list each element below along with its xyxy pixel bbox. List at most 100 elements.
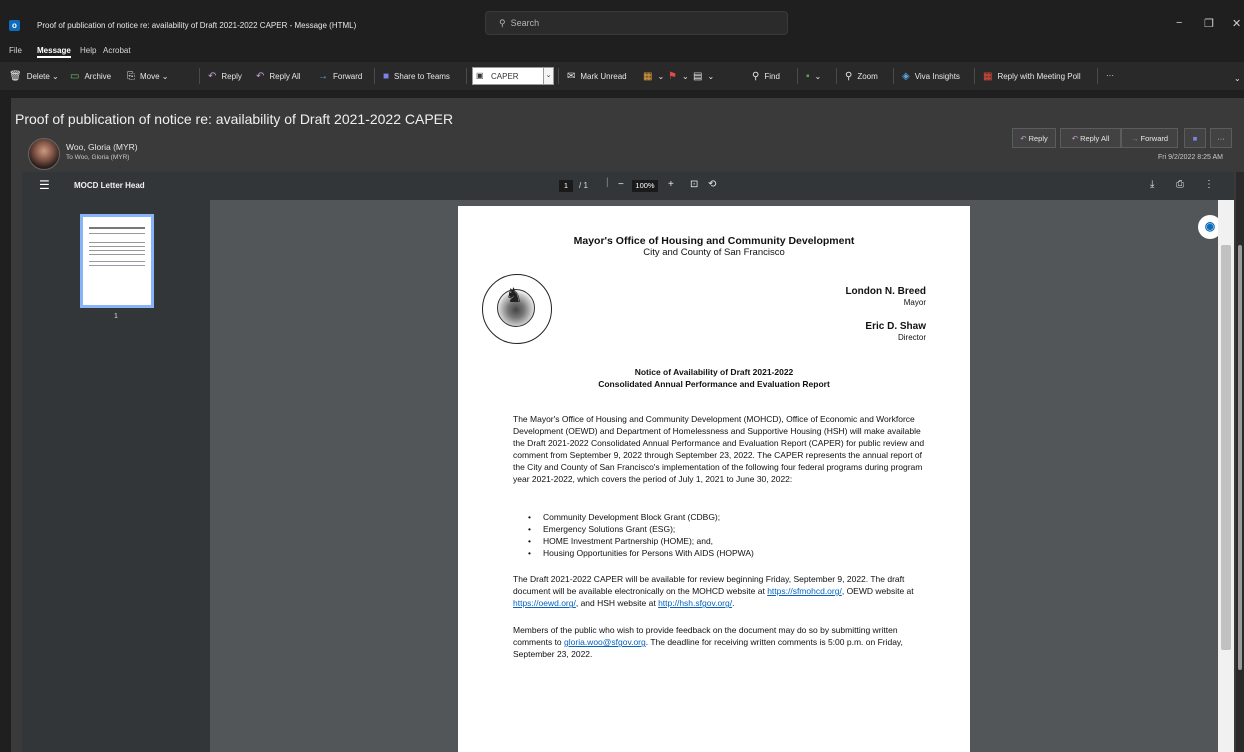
more-button[interactable]: ··· [1106,71,1114,80]
reply-icon: ↶ [208,71,217,82]
category-icon: ▦ [643,71,653,82]
meeting-poll-button[interactable]: ▦ Reply with Meeting Poll [983,71,1081,82]
find-button[interactable]: ⚲ Find [752,71,780,82]
program-list: Community Development Block Grant (CDBG)… [528,511,754,559]
toolbar-divider: | [606,177,609,188]
more-options-icon[interactable]: ⋮ [1204,179,1214,190]
list-item: Community Development Block Grant (CDBG)… [528,511,754,523]
teams-icon: ■ [383,71,390,82]
page-thumbnail[interactable] [80,214,154,308]
message-scrollbar-thumb[interactable] [1238,245,1242,670]
translate-icon: ▪ [806,71,810,82]
chevron-down-icon[interactable]: ⌄ [543,67,554,85]
restore-button[interactable]: ❐ [1204,17,1214,30]
paragraph-availability: The Draft 2021-2022 CAPER will be availa… [513,574,914,609]
trash-icon: 🗑 [9,71,22,82]
menu-bar: File Message Help Acrobat [0,42,1244,60]
menu-file[interactable]: File [9,46,22,55]
pdf-page: Mayor's Office of Housing and Community … [458,206,970,752]
reply-all-icon: ↶ [256,71,265,82]
expand-ribbon-icon[interactable]: ⌄ [1234,74,1241,83]
notice-title-line1: Notice of Availability of Draft 2021-202… [634,367,794,377]
mark-unread-button[interactable]: ✉ Mark Unread [567,71,627,82]
letter-city: City and County of San Francisco [643,247,785,258]
delete-button[interactable]: 🗑 Delete ⌄ [9,71,59,82]
move-button[interactable]: ⎘ Move ⌄ [127,71,169,82]
search-input[interactable]: ⚲ Search [485,11,788,35]
header-reply-all-button[interactable]: ↶ Reply All [1060,128,1121,148]
download-icon[interactable]: ⤓ [1150,179,1154,190]
pdf-toolbar: ☰ MOCD Letter Head 1 / 1 | − 100% + ⊡ ⟲ … [22,172,1234,200]
folder-move-icon: ⎘ [127,71,135,82]
email-link[interactable]: gloria.woo@sfgov.org [564,637,646,647]
zoom-button[interactable]: ⚲ Zoom [845,71,878,82]
search-icon: ⚲ [499,18,511,28]
reply-button[interactable]: ↶ Reply [208,71,242,82]
forward-icon: → [1130,134,1141,143]
archive-icon: ▭ [70,71,80,82]
teams-icon[interactable]: ■ [1184,128,1206,148]
archive-button[interactable]: ▭ Archive [70,71,111,82]
print-icon[interactable]: ⎙ [1176,179,1184,190]
sender-name[interactable]: Woo, Gloria (MYR) [66,142,138,152]
forward-button[interactable]: → Forward [318,71,362,82]
city-seal-image: ♞ [482,274,552,344]
quick-steps-select[interactable]: ▣ CAPER ⌄ [472,67,554,85]
pdf-title: MOCD Letter Head [74,181,145,190]
director-name: Eric D. Shaw [865,321,926,332]
rotate-icon[interactable]: ⟲ [708,179,716,190]
menu-acrobat[interactable]: Acrobat [103,46,131,55]
ribbon-toolbar: 🗑 Delete ⌄ ▭ Archive ⎘ Move ⌄ ↶ Reply ↶ Reply… [0,62,1244,90]
zoom-out-icon[interactable]: − [618,179,624,190]
header-reply-button[interactable]: ↶ Reply [1012,128,1056,148]
envelope-icon: ✉ [567,71,576,82]
reply-all-button[interactable]: ↶ Reply All [256,71,301,82]
zoom-level-input[interactable]: 100% [632,180,658,192]
viva-insights-button[interactable]: ◈ Viva Insights [902,71,960,82]
paragraph-feedback: Members of the public who wish to provid… [513,625,903,660]
notice-title-line2: Consolidated Annual Performance and Eval… [598,379,830,389]
categorize-button[interactable]: ▦ ⌄ [643,71,664,82]
menu-help[interactable]: Help [80,46,96,55]
zoom-in-icon[interactable]: + [668,179,674,190]
list-item: Emergency Solutions Grant (ESG); [528,523,754,535]
minimize-button[interactable]: − [1176,17,1182,29]
pdf-scrollbar-thumb[interactable] [1221,245,1231,650]
close-button[interactable]: ✕ [1232,17,1241,30]
search-placeholder: Search [510,18,540,28]
mayor-title: Mayor [903,298,926,307]
forward-icon: → [318,71,328,82]
hsh-link[interactable]: http://hsh.sfgov.org/ [658,598,732,608]
avatar[interactable] [28,138,60,170]
director-title: Director [897,333,926,342]
list-item: Housing Opportunities for Persons With A… [528,547,754,559]
flag-button[interactable]: ⚑ ⌄ [668,71,689,82]
policy-button[interactable]: ▤ ⌄ [693,71,714,82]
oewd-link[interactable]: https://oewd.org/ [513,598,576,608]
outlook-icon: o [9,20,20,31]
header-more-button[interactable]: ··· [1210,128,1232,148]
page-number-input[interactable]: 1 [559,180,573,192]
share-teams-button[interactable]: ■ Share to Teams [383,71,450,82]
recipients: To Woo, Gloria (MYR) [66,154,130,161]
menu-icon[interactable]: ☰ [39,178,50,192]
reply-all-icon: ↶ [1071,134,1081,143]
header-forward-button[interactable]: → Forward [1121,128,1178,148]
menu-message[interactable]: Message [37,46,71,58]
message-date: Fri 9/2/2022 8:25 AM [1158,154,1223,161]
policy-icon: ▤ [693,71,703,82]
mayor-name: London N. Breed [845,286,926,297]
find-icon: ⚲ [752,71,760,82]
flag-icon: ⚑ [668,71,677,82]
thumbnail-page-number: 1 [114,313,118,320]
zoom-icon: ⚲ [845,71,853,82]
translate-button[interactable]: ▪ ⌄ [806,71,821,82]
poll-icon: ▦ [983,71,993,82]
letter-org: Mayor's Office of Housing and Community … [573,235,855,247]
reply-icon: ↶ [1020,134,1029,143]
list-item: HOME Investment Partnership (HOME); and, [528,535,754,547]
window-title: Proof of publication of notice re: avail… [37,21,357,30]
mohcd-link[interactable]: https://sfmohcd.org/ [767,586,842,596]
fit-page-icon[interactable]: ⊡ [690,179,698,190]
phoenix-icon: ♞ [505,285,523,307]
